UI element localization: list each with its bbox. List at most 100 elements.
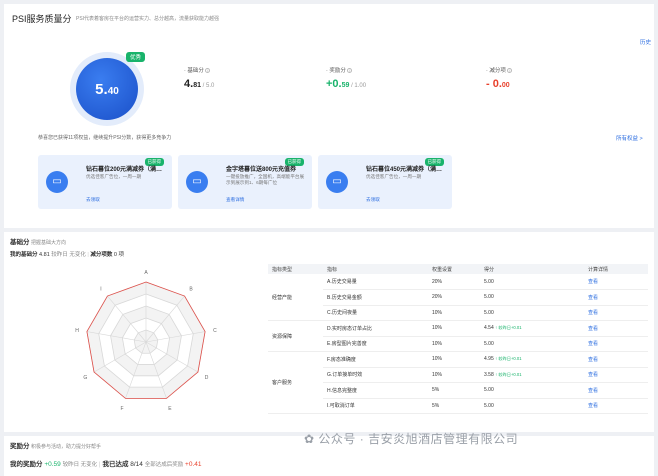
weight-cell: 10% (428, 320, 480, 337)
table-header: 计算详情 (584, 264, 648, 274)
my-reward-label: 我的奖励分 (10, 461, 43, 468)
radar-axis-label: F (121, 406, 124, 412)
deduct-count-value: 0 项 (113, 252, 124, 258)
metric-label: 奖励分 (329, 68, 346, 74)
psi-score-circle: 5. 40 (76, 58, 138, 120)
table-header: 指标类型 (268, 264, 323, 274)
section-title: 奖励分 (10, 443, 30, 450)
coupon-title: 金字塔暮位送800元充值券 (226, 167, 297, 173)
watermark-text: 公众号 · 吉安炎旭酒店管理有限公司 (318, 432, 519, 446)
score-cell: 5.00 (484, 340, 494, 347)
score-cell: 4.95 (484, 356, 494, 363)
indicator-name: A.历史交易量 (323, 274, 428, 290)
coupon-desc: 优选佳客广告位，一周一期 (366, 174, 422, 179)
table-row: C.历史间夜量 10% 5.00 查看 (268, 305, 648, 321)
score-change: ↑ 较昨日+0.01 (495, 356, 522, 362)
weight-cell: 20% (428, 289, 480, 306)
detail-link[interactable]: 查看 (584, 274, 648, 290)
metric-total: / 5.0 (200, 83, 215, 89)
score-cell: 4.54 (484, 325, 494, 332)
indicator-name: C.历史间夜量 (323, 305, 428, 321)
done-value: 8/14 (130, 461, 143, 468)
weight-cell: 10% (428, 336, 480, 352)
metric-value: - 0. (486, 78, 502, 90)
indicator-name: E.房型图片完善度 (323, 336, 428, 352)
detail-link[interactable]: 查看 (584, 382, 648, 399)
my-reward-value: +0.59 (44, 461, 61, 468)
metric-decimal: 81 (193, 82, 201, 89)
score-cell: 5.00 (484, 387, 494, 394)
base-score-radar: A B C D E F G H I (75, 270, 217, 412)
detail-link[interactable]: 查看 (584, 336, 648, 352)
my-base-label: 我的基础分 (10, 252, 38, 258)
table-row: 经营产能 A.历史交易量 20% 5.00 查看 (268, 274, 648, 321)
page-subtitle: PSI代表着客房在平台的运营实力、总分越高，流量获取能力越强 (76, 16, 220, 22)
table-row: I.可取消订单 5% 5.00 查看 (268, 398, 648, 414)
weight-cell: 10% (428, 367, 480, 383)
done-label: 我已达成 (102, 461, 129, 468)
score-decimal: 40 (107, 85, 119, 97)
base-score-table: 指标类型 指标 权重设置 得分 计算详情 经营产能 A.历史交易量 20% 5.… (268, 264, 648, 414)
psi-overview-card: PSI服务质量分 PSI代表着客房在平台的运营实力、总分越高，流量获取能力越强 … (4, 4, 654, 228)
metric-value: +0. (326, 78, 342, 90)
coupon-action[interactable]: 去领取 (86, 197, 100, 203)
metric-decimal: 00 (501, 82, 510, 89)
coupon-title: 钻石暮位200元满减券（满… (86, 167, 163, 173)
coupon-card[interactable]: ▭ 已获得 钻石暮位200元满减券（满… 优选佳客广告位，一周一期 去领取 (38, 155, 172, 209)
section-desc: 积极参与活动，助力提分好帮手 (31, 444, 102, 450)
detail-link[interactable]: 查看 (584, 289, 648, 306)
score-change: ↑ 较昨日+0.01 (495, 371, 522, 377)
detail-link[interactable]: 查看 (584, 305, 648, 321)
weight-cell: 20% (428, 274, 480, 290)
radar-axis-label: E (168, 406, 172, 412)
coupon-icon: ▭ (326, 171, 348, 193)
score-change: ↑ 较昨日+0.01 (495, 325, 522, 331)
score-level-badge: 优秀 (126, 52, 146, 62)
radar-axis-label: G (83, 375, 87, 381)
detail-link[interactable]: 查看 (584, 367, 648, 383)
info-icon[interactable]: i (507, 68, 513, 73)
page-title: PSI服务质量分 (12, 14, 72, 24)
wechat-icon: ✿ (304, 432, 315, 446)
weight-cell: 5% (428, 382, 480, 399)
detail-link[interactable]: 查看 (584, 320, 648, 337)
table-row: B.历史交易金额 20% 5.00 查看 (268, 289, 648, 306)
coupon-action[interactable]: 查看详情 (226, 197, 244, 203)
score-cell: 5.00 (484, 294, 494, 301)
indicator-name: F.房态准确度 (323, 351, 428, 368)
metric-label: 基础分 (187, 68, 204, 74)
coupon-icon: ▭ (46, 171, 68, 193)
indicator-name: G.订单接单时效 (323, 367, 428, 383)
weight-cell: 10% (428, 305, 480, 321)
metric-deduct: · 减分项 i - 0.00 (486, 68, 513, 90)
metric-value: 4. (184, 78, 194, 90)
detail-link[interactable]: 查看 (584, 398, 648, 414)
table-header: 得分 (480, 264, 584, 274)
indicator-name: H.信息完整度 (323, 382, 428, 399)
benefits-tip: 恭喜您已获得11项权益，继续提升PSI分数，获得更多竞争力 (38, 135, 172, 141)
indicator-name: I.可取消订单 (323, 398, 428, 414)
detail-link[interactable]: 查看 (584, 351, 648, 368)
coupon-desc: 一键投放推广，全国机，高端能平台展示到展示到1、6期每广位 (226, 174, 305, 185)
coupon-card[interactable]: ▭ 已获得 金字塔暮位送800元充值券 一键投放推广，全国机，高端能平台展示到展… (178, 155, 312, 209)
radar-axis-label: A (144, 270, 148, 276)
table-row: E.房型图片完善度 10% 5.00 查看 (268, 336, 648, 352)
table-row: H.信息完整度 5% 5.00 查看 (268, 382, 648, 399)
indicator-name: D.实时房态订单占比 (323, 320, 428, 337)
coupon-card[interactable]: ▭ 已获得 钻石暮位450元满减券（满… 优选佳客广告位，一周一期 去领取 (318, 155, 452, 209)
info-icon[interactable]: i (347, 68, 353, 73)
score-cell: 3.58 (484, 371, 494, 378)
coupon-desc: 优选佳客广告位，一周一期 (86, 174, 142, 179)
all-benefits-link[interactable]: 所有权益 > (616, 134, 643, 142)
table-row: 客户服务 F.房态准确度 10% 4.95 ↑ 较昨日+0.01 查看 (268, 351, 648, 414)
info-icon[interactable]: i (205, 68, 211, 73)
indicator-name: B.历史交易金额 (323, 289, 428, 306)
history-link[interactable]: 历史 (640, 38, 651, 46)
table-row: 资源保障 D.实时房态订单占比 10% 4.54 ↑ 较昨日+0.01 查看 (268, 320, 648, 352)
metric-label: 减分项 (489, 68, 506, 74)
coupon-action[interactable]: 去领取 (366, 197, 380, 203)
watermark: ✿ 公众号 · 吉安炎旭酒店管理有限公司 (304, 430, 518, 447)
all-done-label: 全部达成后奖励 (144, 462, 184, 468)
radar-axis-label: D (205, 375, 209, 381)
all-done-value: +0.41 (185, 461, 202, 468)
